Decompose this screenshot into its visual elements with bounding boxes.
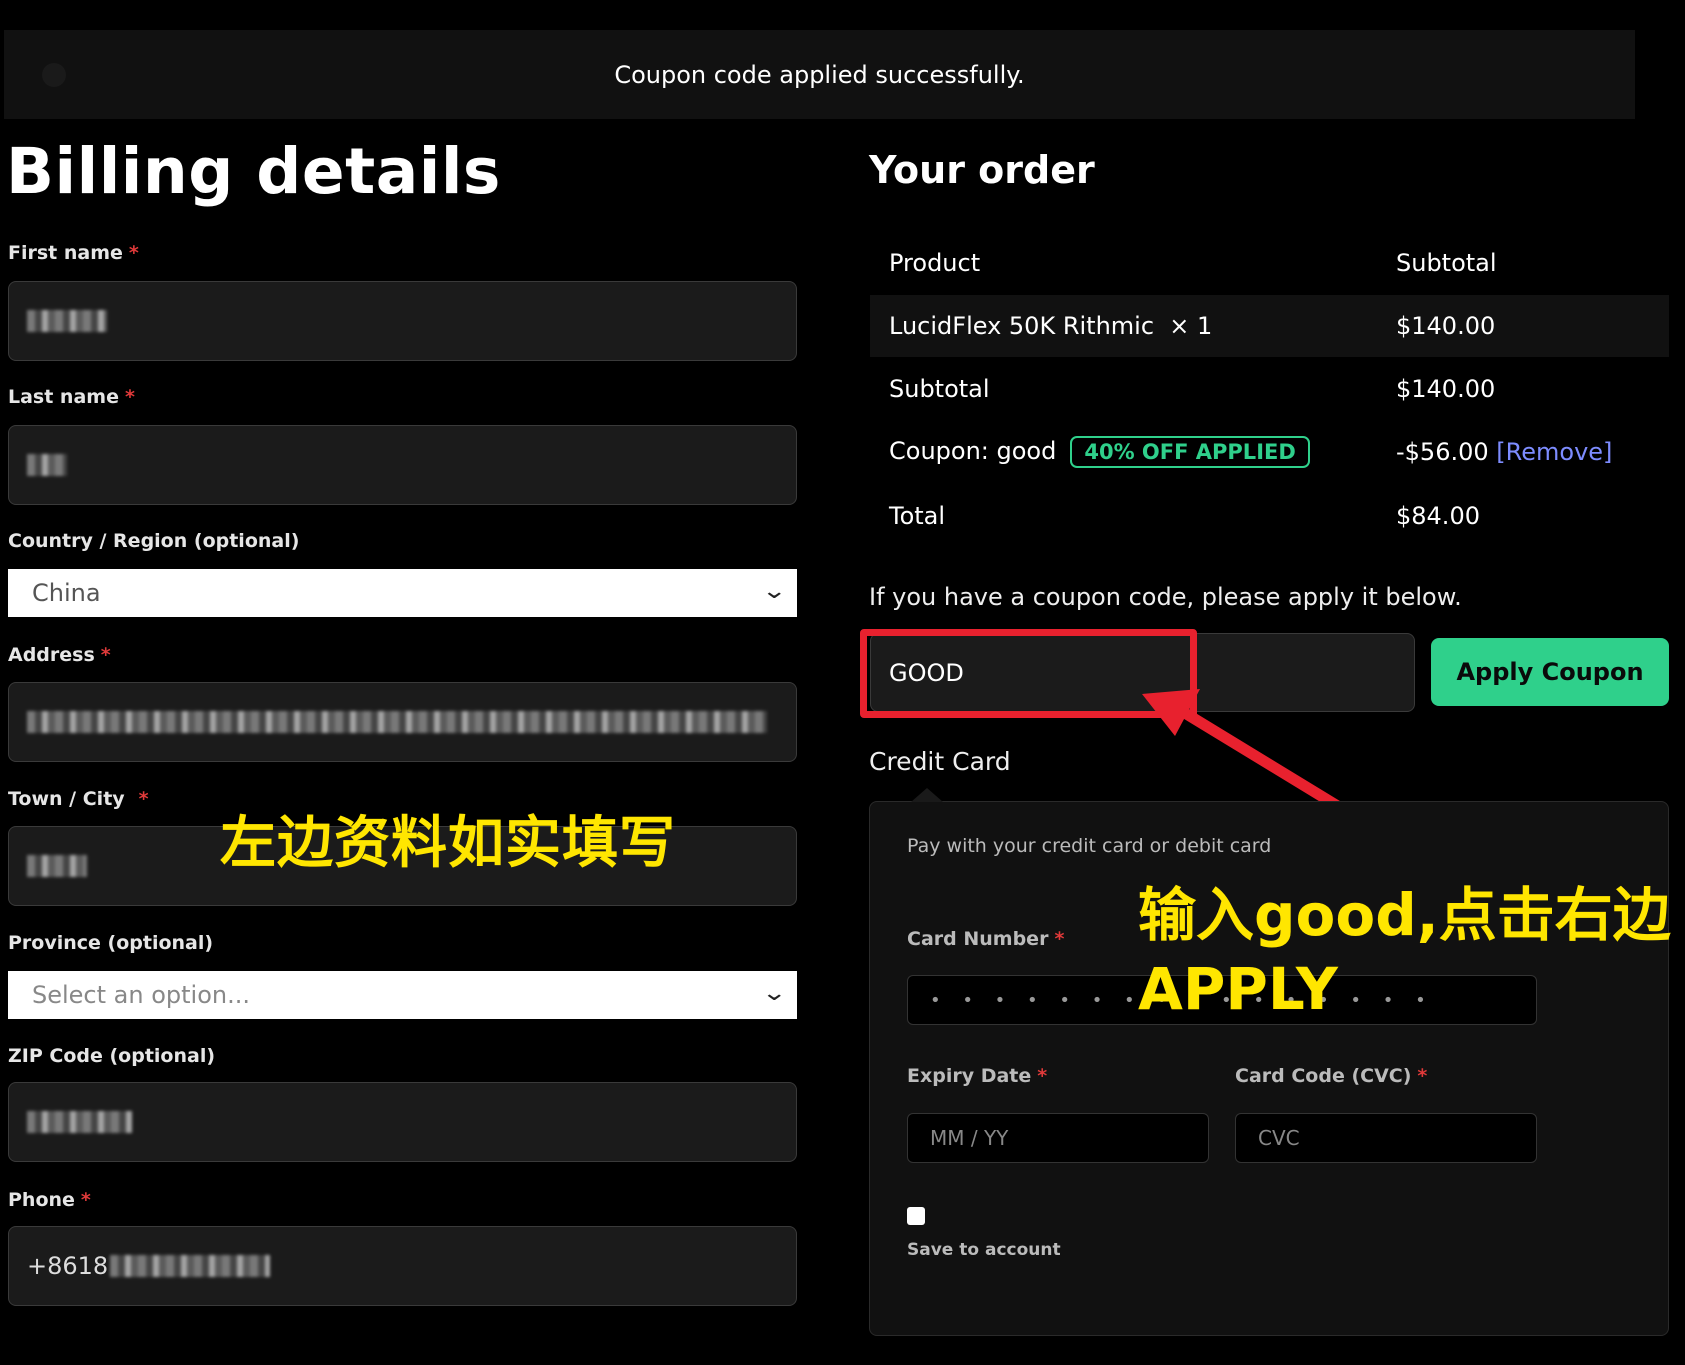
cvc-placeholder: CVC (1258, 1126, 1300, 1150)
panel-notch (911, 788, 943, 802)
expiry-label-text: Expiry Date (907, 1065, 1032, 1087)
save-to-account-label: Save to account (907, 1240, 1061, 1260)
expiry-field[interactable]: MM / YY (907, 1113, 1209, 1163)
credit-card-title: Credit Card (869, 747, 1011, 776)
required-mark: * (1054, 928, 1065, 950)
cvc-label-text: Card Code (CVC) (1235, 1065, 1412, 1087)
annotation-right: 输入good,点击右边 APPLY (1138, 878, 1671, 1026)
expiry-placeholder: MM / YY (930, 1126, 1009, 1150)
expiry-label: Expiry Date * (907, 1065, 1047, 1087)
card-number-label: Card Number * (907, 928, 1064, 950)
cvc-label: Card Code (CVC) * (1235, 1065, 1427, 1087)
card-number-label-text: Card Number (907, 928, 1049, 950)
credit-card-description: Pay with your credit card or debit card (907, 835, 1272, 857)
cvc-field[interactable]: CVC (1235, 1113, 1537, 1163)
save-to-account-checkbox[interactable] (907, 1207, 925, 1225)
annotation-right-line2: APPLY (1138, 955, 1338, 1023)
required-mark: * (1417, 1065, 1428, 1087)
required-mark: * (1037, 1065, 1048, 1087)
annotation-right-line1: 输入good,点击右边 (1138, 881, 1671, 949)
